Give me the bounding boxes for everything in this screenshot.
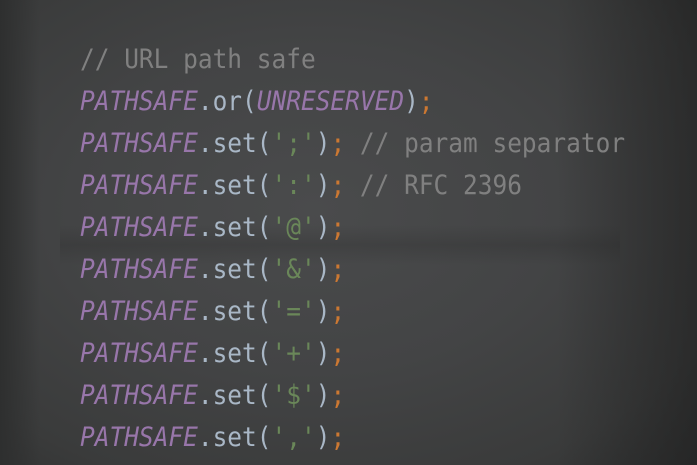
code-line[interactable]: PATHSAFE.set('='); xyxy=(80,291,625,333)
code-string-literal: ';' xyxy=(271,128,316,159)
code-semicolon: ; xyxy=(330,170,346,201)
code-semicolon: ; xyxy=(330,296,346,327)
code-line[interactable]: PATHSAFE.set(':'); // RFC 2396 xyxy=(80,165,625,207)
code-text: .set( xyxy=(197,128,272,159)
code-string-literal: '=' xyxy=(271,296,316,327)
code-field-name: PATHSAFE xyxy=(80,170,198,201)
code-text: .set( xyxy=(197,296,272,327)
code-text: .set( xyxy=(197,170,272,201)
code-semicolon: ; xyxy=(330,422,346,453)
background-shadow-left xyxy=(0,0,40,465)
code-text: ) xyxy=(315,254,331,285)
code-line[interactable]: PATHSAFE.set(','); xyxy=(80,417,625,459)
code-line[interactable]: // URL path safe xyxy=(80,39,625,81)
code-text: ) xyxy=(315,128,331,159)
code-line[interactable]: PATHSAFE.set('&'); xyxy=(80,249,625,291)
code-text: .set( xyxy=(197,254,272,285)
code-text: ) xyxy=(315,338,331,369)
code-text: .set( xyxy=(197,380,272,411)
code-semicolon: ; xyxy=(330,128,346,159)
code-string-literal: '&' xyxy=(271,254,316,285)
code-string-literal: ':' xyxy=(271,170,316,201)
code-field-name: UNRESERVED xyxy=(256,86,405,117)
code-string-literal: '$' xyxy=(271,380,316,411)
code-text: .set( xyxy=(197,212,272,243)
code-text: ) xyxy=(315,380,331,411)
code-text: ) xyxy=(404,86,419,117)
code-line[interactable]: PATHSAFE.set(';'); // param separator xyxy=(80,123,625,165)
code-line[interactable]: PATHSAFE.set('+'); xyxy=(80,333,625,375)
code-line[interactable]: PATHSAFE.set('@'); xyxy=(80,207,625,249)
code-semicolon: ; xyxy=(330,338,346,369)
code-field-name: PATHSAFE xyxy=(80,254,198,285)
code-field-name: PATHSAFE xyxy=(80,380,198,411)
code-string-literal: '@' xyxy=(271,212,316,243)
code-text: .set( xyxy=(197,422,272,453)
code-text: ) xyxy=(315,296,331,327)
code-field-name: PATHSAFE xyxy=(80,212,198,243)
code-field-name: PATHSAFE xyxy=(80,422,198,453)
code-text: .or( xyxy=(197,86,257,117)
code-text: ) xyxy=(315,170,331,201)
code-string-literal: '+' xyxy=(271,338,316,369)
code-field-name: PATHSAFE xyxy=(80,86,198,117)
code-field-name: PATHSAFE xyxy=(80,296,198,327)
code-field-name: PATHSAFE xyxy=(80,128,198,159)
code-semicolon: ; xyxy=(330,380,346,411)
code-semicolon: ; xyxy=(418,86,434,117)
code-semicolon: ; xyxy=(330,212,346,243)
code-text: .set( xyxy=(197,338,272,369)
code-field-name: PATHSAFE xyxy=(80,338,198,369)
code-comment: // param separator xyxy=(345,128,626,159)
code-editor[interactable]: // URL path safe PATHSAFE.or(UNRESERVED);… xyxy=(80,39,672,459)
code-string-literal: ',' xyxy=(271,422,316,453)
code-line[interactable]: PATHSAFE.or(UNRESERVED); xyxy=(80,81,625,123)
code-text: ) xyxy=(315,422,331,453)
code-comment: // URL path safe xyxy=(80,44,316,75)
code-line[interactable]: PATHSAFE.set('$'); xyxy=(80,375,625,417)
code-text: ) xyxy=(315,212,331,243)
code-semicolon: ; xyxy=(330,254,346,285)
code-comment: // RFC 2396 xyxy=(345,170,522,201)
